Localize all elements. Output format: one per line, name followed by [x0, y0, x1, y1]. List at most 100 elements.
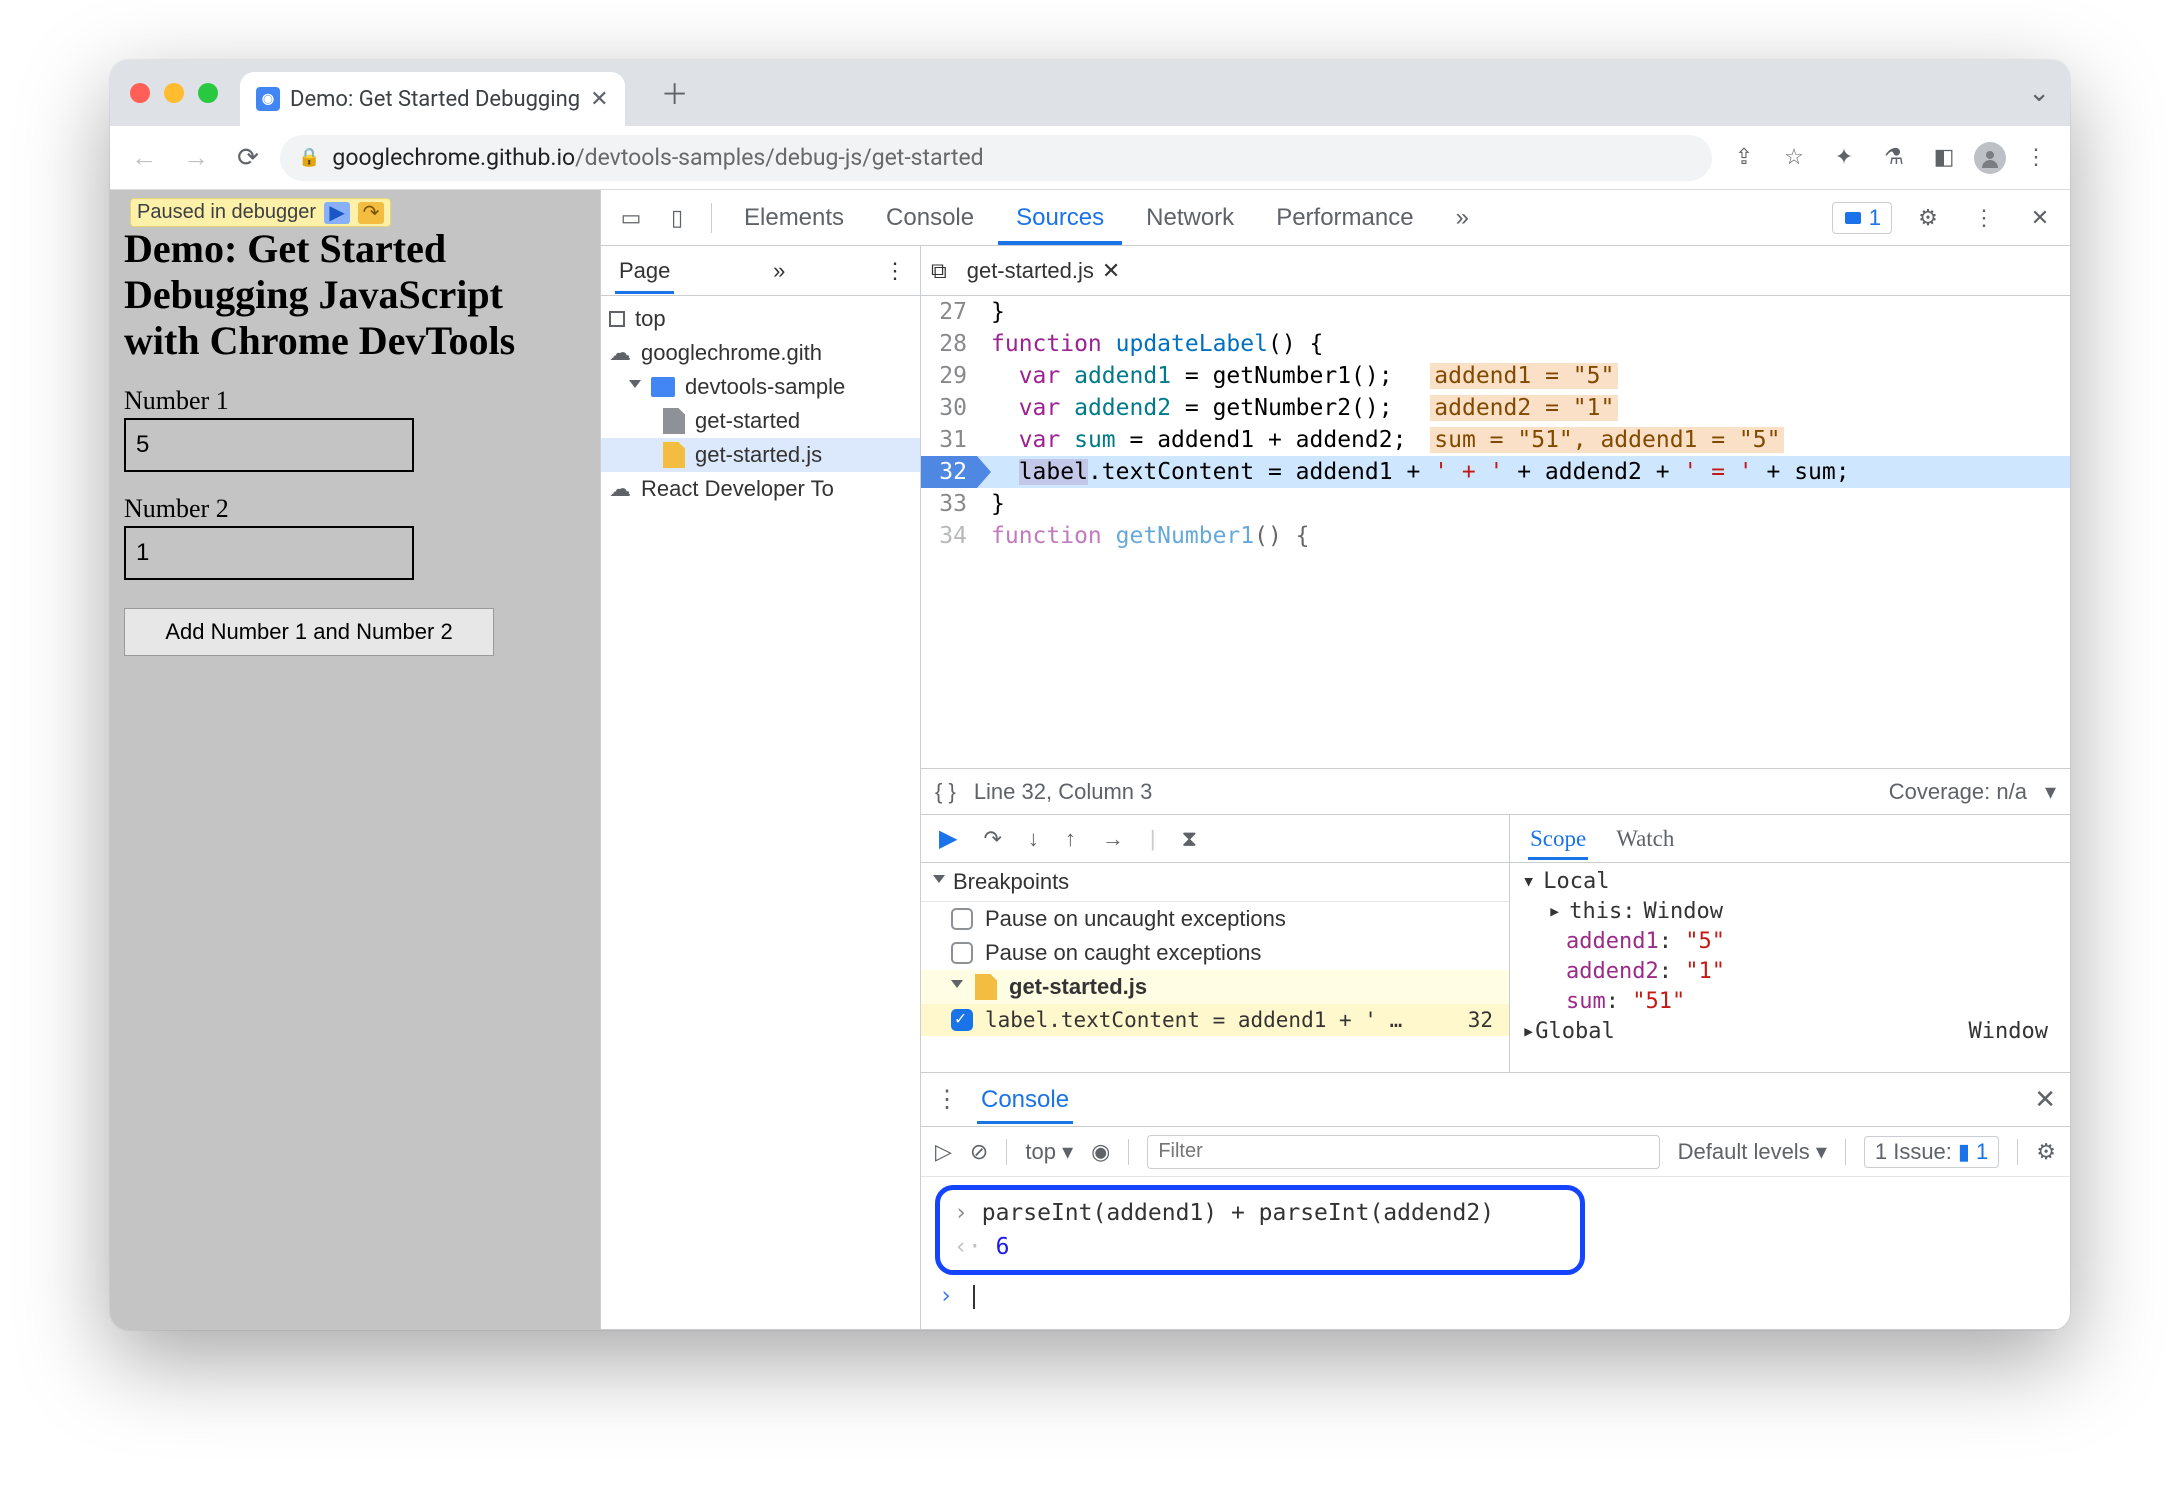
breakpoint-file-row[interactable]: get-started.js [921, 970, 1509, 1004]
cloud-icon: ☁ [609, 340, 631, 366]
extensions-icon[interactable]: ✦ [1824, 138, 1864, 178]
file-tree: top ☁googlechrome.gith devtools-sample g… [601, 296, 920, 512]
input-number1[interactable] [124, 418, 414, 472]
device-toggle-icon[interactable]: ▯ [657, 205, 697, 231]
cloud-icon: ☁ [609, 476, 631, 502]
devtools-menu-icon[interactable]: ⋮ [1964, 205, 2004, 231]
browser-tab[interactable]: ◉ Demo: Get Started Debugging ✕ [240, 72, 625, 126]
navigator-pane: Page » ⋮ top ☁googlechrome.gith devtools… [601, 246, 921, 1329]
tree-folder[interactable]: devtools-sample [601, 370, 920, 404]
step-out-icon[interactable]: ↑ [1065, 826, 1076, 852]
labs-icon[interactable]: ⚗ [1874, 138, 1914, 178]
tree-top[interactable]: top [601, 302, 920, 336]
resume-icon[interactable]: ▶ [939, 824, 957, 853]
chevron-down-icon [933, 875, 945, 889]
log-levels-selector[interactable]: Default levels ▾ [1678, 1139, 1827, 1165]
back-icon[interactable]: ← [124, 138, 164, 178]
tree-origin[interactable]: ☁googlechrome.gith [601, 336, 920, 370]
coverage-menu-icon[interactable]: ▾ [2045, 779, 2056, 805]
pause-uncaught-row[interactable]: Pause on uncaught exceptions [921, 902, 1509, 936]
console-input-line: parseInt(addend1) + parseInt(addend2) [982, 1200, 1494, 1226]
new-tab-button[interactable]: ＋ [661, 73, 689, 113]
editor-pane: ⧉ get-started.js ✕ 27} 28function update… [921, 246, 2070, 1329]
settings-icon[interactable]: ⚙ [1908, 205, 1948, 231]
scope-global[interactable]: ▸GlobalWindow [1522, 1017, 2058, 1047]
breakpoints-section[interactable]: Breakpoints [921, 863, 1509, 902]
breakpoint-line-row[interactable]: label.textContent = addend1 + ' …32 [921, 1004, 1509, 1036]
close-window-icon[interactable] [130, 83, 150, 103]
scope-local[interactable]: ▾Local [1522, 867, 2058, 897]
console-toolbar: ▷ ⊘ top ▾ ◉ Default levels ▾ 1 Issue: ▮1 [921, 1127, 2070, 1177]
chevron-down-icon [951, 980, 963, 994]
console-prompt[interactable]: › [935, 1275, 2056, 1313]
step-icon[interactable]: → [1102, 826, 1124, 852]
url-input[interactable]: 🔒 googlechrome.github.io/devtools-sample… [280, 135, 1712, 181]
checkbox-icon[interactable] [951, 908, 973, 930]
folder-icon [651, 377, 675, 397]
scope-this[interactable]: ▸this: Window [1522, 897, 2058, 927]
overlay-step-icon[interactable]: ↷ [358, 202, 384, 224]
tab-console[interactable]: Console [868, 190, 992, 245]
live-expression-icon[interactable]: ◉ [1091, 1139, 1110, 1165]
tab-performance[interactable]: Performance [1258, 190, 1431, 245]
file-tab-active[interactable]: get-started.js ✕ [961, 258, 1127, 284]
scope-body: ▾Local ▸this: Window addend1: "5" addend… [1510, 863, 2070, 1051]
chrome-menu-icon[interactable]: ⋮ [2016, 138, 2056, 178]
close-devtools-icon[interactable]: ✕ [2020, 205, 2060, 231]
console-settings-icon[interactable]: ⚙ [2036, 1139, 2056, 1165]
minimize-window-icon[interactable] [164, 83, 184, 103]
tabs-menu-icon[interactable]: ⌄ [2028, 78, 2050, 108]
paused-overlay: Paused in debugger ▶ ↷ [130, 198, 391, 227]
drawer-menu-icon[interactable]: ⋮ [935, 1085, 959, 1114]
navigator-menu-icon[interactable]: ⋮ [884, 258, 906, 284]
profile-avatar[interactable] [1974, 142, 2006, 174]
drawer-tab-console[interactable]: Console [977, 1076, 1073, 1124]
bookmark-icon[interactable]: ☆ [1774, 138, 1814, 178]
tree-extension[interactable]: ☁React Developer To [601, 472, 920, 506]
tab-sources[interactable]: Sources [998, 190, 1122, 245]
console-drawer: ⋮ Console ✕ ▷ ⊘ top ▾ ◉ Default [921, 1072, 2070, 1329]
navigator-overflow-icon[interactable]: » [773, 258, 785, 284]
tree-file-js[interactable]: get-started.js [601, 438, 920, 472]
overlay-resume-icon[interactable]: ▶ [324, 202, 350, 224]
tab-scope[interactable]: Scope [1528, 818, 1588, 860]
pretty-print-icon[interactable]: { } [935, 779, 956, 805]
js-file-icon [663, 442, 685, 468]
close-tab-icon[interactable]: ✕ [590, 87, 608, 112]
tree-file-html[interactable]: get-started [601, 404, 920, 438]
context-selector[interactable]: top ▾ [1025, 1139, 1073, 1165]
reload-icon[interactable]: ⟳ [228, 138, 268, 178]
lock-icon: 🔒 [298, 147, 320, 168]
console-filter-input[interactable] [1147, 1135, 1659, 1169]
checkbox-icon[interactable] [951, 942, 973, 964]
highlighted-console-region: › parseInt(addend1) + parseInt(addend2) … [935, 1185, 1585, 1275]
scope-tabs: Scope Watch [1510, 815, 2070, 863]
pause-caught-row[interactable]: Pause on caught exceptions [921, 936, 1509, 970]
close-file-icon[interactable]: ✕ [1102, 258, 1120, 284]
console-body[interactable]: › parseInt(addend1) + parseInt(addend2) … [921, 1177, 2070, 1329]
forward-icon[interactable]: → [176, 138, 216, 178]
tabs-overflow[interactable]: » [1438, 190, 1487, 245]
share-icon[interactable]: ⇪ [1724, 138, 1764, 178]
tab-watch[interactable]: Watch [1616, 826, 1674, 852]
step-into-icon[interactable]: ↓ [1028, 826, 1039, 852]
inspect-icon[interactable]: ▭ [611, 205, 651, 231]
clear-console-icon[interactable]: ⊘ [970, 1139, 988, 1165]
navigator-tab-page[interactable]: Page [615, 248, 674, 294]
issues-pill[interactable]: 1 Issue: ▮1 [1864, 1136, 1999, 1168]
input-number2[interactable] [124, 526, 414, 580]
step-over-icon[interactable]: ↷ [983, 826, 1001, 852]
add-button[interactable]: Add Number 1 and Number 2 [124, 608, 494, 656]
checkbox-checked-icon[interactable] [951, 1009, 973, 1031]
close-drawer-icon[interactable]: ✕ [2034, 1084, 2056, 1115]
issues-indicator[interactable]: 1 [1832, 202, 1892, 234]
deactivate-breakpoints-icon[interactable]: ⧗ [1182, 826, 1197, 852]
tab-elements[interactable]: Elements [726, 190, 862, 245]
debugger-left: ▶ ↷ ↓ ↑ → | ⧗ Breakpoints Pause on uncau… [921, 815, 1510, 1072]
toggle-navigator-icon[interactable]: ⧉ [931, 258, 947, 284]
maximize-window-icon[interactable] [198, 83, 218, 103]
code-editor[interactable]: 27} 28function updateLabel() { 29 var ad… [921, 296, 2070, 768]
tab-network[interactable]: Network [1128, 190, 1252, 245]
console-sidebar-icon[interactable]: ▷ [935, 1139, 952, 1165]
sidepanel-icon[interactable]: ◧ [1924, 138, 1964, 178]
